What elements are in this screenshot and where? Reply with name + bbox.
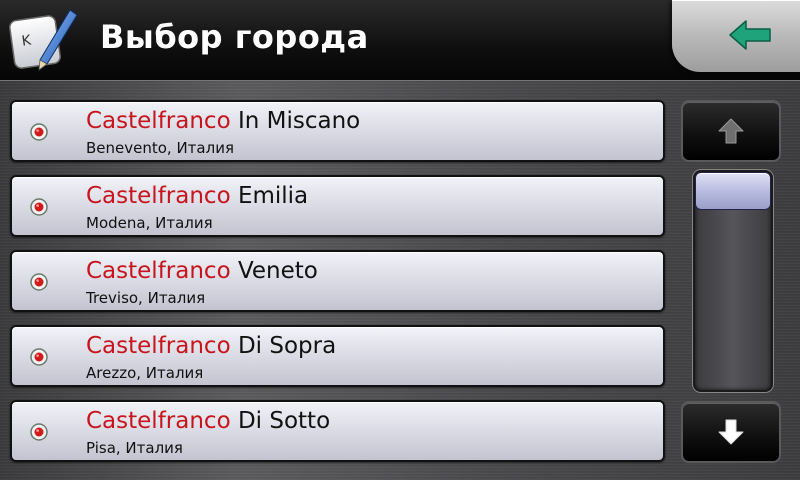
header-bar: K Выбор города: [0, 0, 800, 81]
scroll-down-button[interactable]: [681, 401, 781, 463]
city-name: Castelfranco In Miscano: [86, 108, 360, 134]
city-name-rest: Di Sopra: [230, 333, 337, 359]
location-pin-icon: [30, 423, 48, 441]
city-name-rest: Emilia: [230, 183, 309, 209]
city-name-match: Castelfranco: [86, 333, 231, 359]
keyboard-pen-icon: K: [4, 4, 80, 76]
arrow-down-icon: [718, 419, 744, 445]
city-name-match: Castelfranco: [86, 408, 231, 434]
scrollbar-track[interactable]: [693, 170, 773, 392]
city-list-item[interactable]: Castelfranco Di Sotto Pisa, Италия: [10, 400, 665, 462]
city-name-rest: Di Sotto: [230, 408, 331, 434]
city-name-match: Castelfranco: [86, 258, 231, 284]
city-region: Arezzo, Италия: [86, 364, 204, 382]
location-pin-icon: [30, 198, 48, 216]
city-region: Treviso, Италия: [86, 289, 206, 307]
scroll-up-button[interactable]: [681, 100, 781, 162]
city-name: Castelfranco Di Sopra: [86, 333, 336, 359]
arrow-up-icon: [718, 118, 744, 144]
page-title: Выбор города: [100, 18, 369, 56]
city-name-rest: Veneto: [230, 258, 318, 284]
city-name-match: Castelfranco: [86, 183, 231, 209]
city-name: Castelfranco Di Sotto: [86, 408, 330, 434]
scrollbar-thumb[interactable]: [695, 172, 771, 210]
location-pin-icon: [30, 348, 48, 366]
city-region: Modena, Италия: [86, 214, 213, 232]
city-list-item[interactable]: Castelfranco Emilia Modena, Италия: [10, 175, 665, 237]
arrow-left-icon: [729, 20, 771, 50]
city-name-match: Castelfranco: [86, 108, 231, 134]
city-name: Castelfranco Emilia: [86, 183, 308, 209]
city-list-item[interactable]: Castelfranco Di Sopra Arezzo, Италия: [10, 325, 665, 387]
city-list: Castelfranco In Miscano Benevento, Итали…: [10, 100, 665, 466]
city-name: Castelfranco Veneto: [86, 258, 318, 284]
city-region: Benevento, Италия: [86, 139, 234, 157]
back-button[interactable]: [672, 0, 800, 72]
city-name-rest: In Miscano: [230, 108, 361, 134]
location-pin-icon: [30, 273, 48, 291]
city-list-item[interactable]: Castelfranco Veneto Treviso, Италия: [10, 250, 665, 312]
location-pin-icon: [30, 123, 48, 141]
city-region: Pisa, Италия: [86, 439, 183, 457]
city-list-item[interactable]: Castelfranco In Miscano Benevento, Итали…: [10, 100, 665, 162]
